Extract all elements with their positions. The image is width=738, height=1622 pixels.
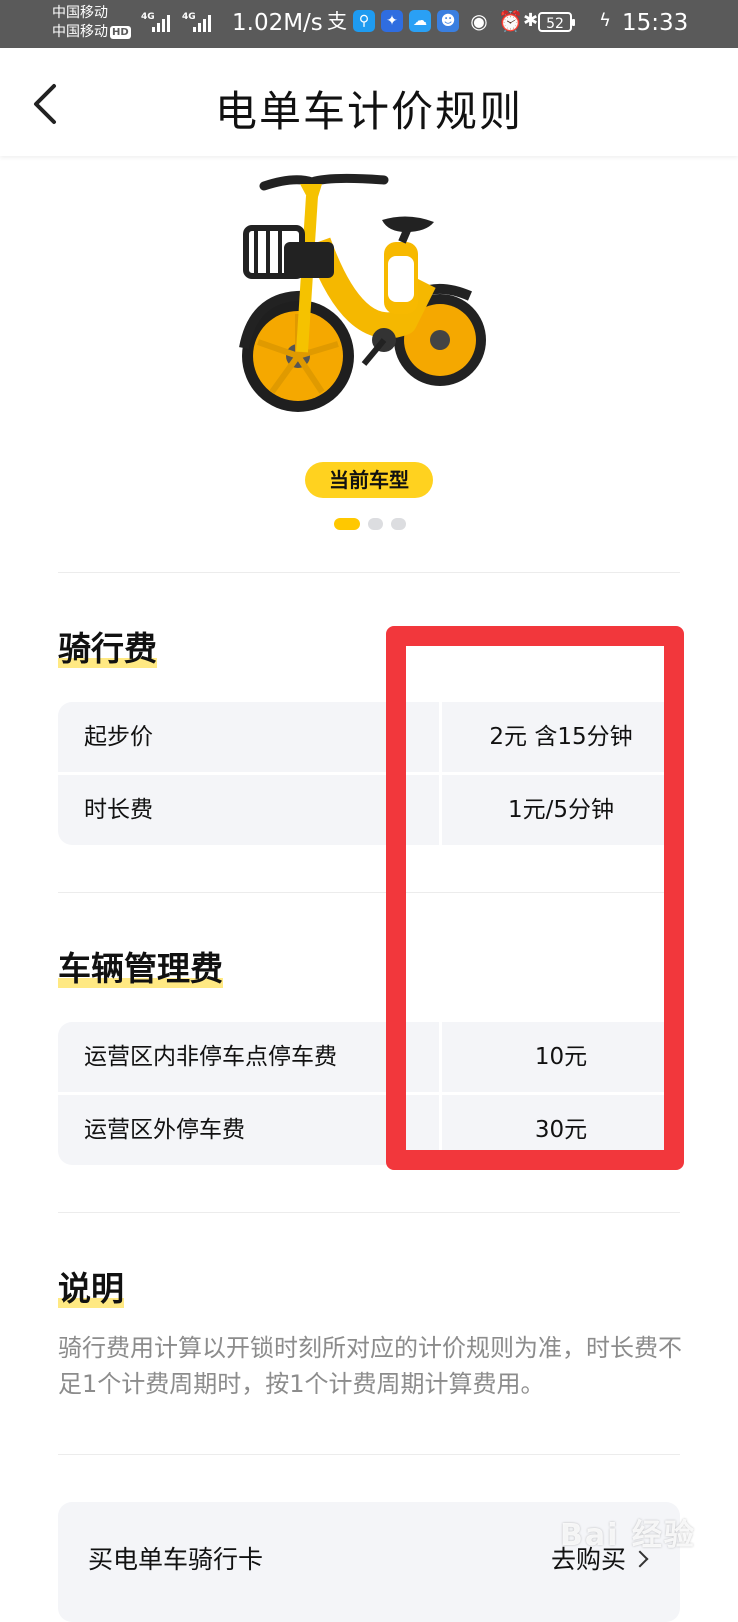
status-bar: 中国移动 中国移动 HD 4G 4G 1.02M/s 支 ⚲ ✦ ☁ ☻ ◉ ⏰ …	[0, 0, 738, 48]
hd-badge: HD	[110, 25, 131, 39]
divider	[58, 1454, 680, 1455]
explanation-text: 骑行费用计算以开锁时刻所对应的计价规则为准，时长费不足1个计费周期时，按1个计费…	[58, 1334, 682, 1398]
current-model-badge: 当前车型	[305, 462, 433, 498]
carrier-info: 中国移动 中国移动 HD	[52, 4, 131, 42]
divider	[58, 572, 680, 573]
table-row: 起步价 2元 含15分钟	[58, 702, 680, 772]
bot-app-icon: ☻	[437, 10, 459, 32]
nav-header: 电单车计价规则	[0, 48, 738, 156]
carousel-dot-3[interactable]	[391, 518, 406, 530]
charging-icon: ϟ	[599, 10, 611, 31]
eye-icon: ◉	[470, 9, 488, 33]
clock: 15:33	[622, 10, 689, 36]
riding-fee-table: 起步价 2元 含15分钟 时长费 1元/5分钟	[58, 702, 680, 845]
signal-icon	[152, 14, 170, 32]
fee-value: 2元 含15分钟	[489, 724, 633, 750]
alipay-icon: 支	[327, 9, 347, 33]
explanation-title: 说明	[58, 1269, 124, 1308]
divider	[58, 892, 680, 893]
search-app-icon: ⚲	[353, 10, 375, 32]
table-row: 运营区外停车费 30元	[58, 1092, 680, 1165]
fee-value: 1元/5分钟	[507, 797, 614, 823]
carousel-dot-1[interactable]	[334, 518, 360, 530]
carrier-2: 中国移动	[52, 24, 108, 40]
table-row: 运营区内非停车点停车费 10元	[58, 1022, 680, 1092]
riding-fee-title: 骑行费	[58, 629, 157, 668]
watermark: Bai 经验	[560, 1518, 696, 1553]
bike-image	[214, 172, 498, 450]
buy-pass-label: 买电单车骑行卡	[88, 1545, 264, 1574]
network-speed: 1.02M/s	[232, 10, 323, 36]
bluetooth-icon: ✱	[523, 10, 539, 31]
fee-label: 时长费	[58, 775, 442, 845]
fee-value: 30元	[534, 1117, 588, 1143]
fee-value: 10元	[534, 1044, 588, 1070]
signal-icon-2	[193, 14, 211, 32]
carrier-1: 中国移动	[52, 5, 108, 21]
divider	[58, 1212, 680, 1213]
management-fee-table: 运营区内非停车点停车费 10元 运营区外停车费 30元	[58, 1022, 680, 1165]
alarm-icon: ⏰	[498, 9, 523, 33]
fee-label: 起步价	[58, 702, 442, 772]
page-title: 电单车计价规则	[214, 87, 523, 136]
carousel-dot-2[interactable]	[368, 518, 383, 530]
management-fee-title: 车辆管理费	[58, 949, 223, 988]
battery-icon: 52	[538, 12, 575, 32]
carousel-dots[interactable]	[334, 518, 406, 530]
bulb-app-icon: ✦	[381, 10, 403, 32]
weather-app-icon: ☁	[409, 10, 431, 32]
fee-label: 运营区内非停车点停车费	[58, 1022, 442, 1092]
table-row: 时长费 1元/5分钟	[58, 772, 680, 845]
fee-label: 运营区外停车费	[58, 1095, 442, 1165]
